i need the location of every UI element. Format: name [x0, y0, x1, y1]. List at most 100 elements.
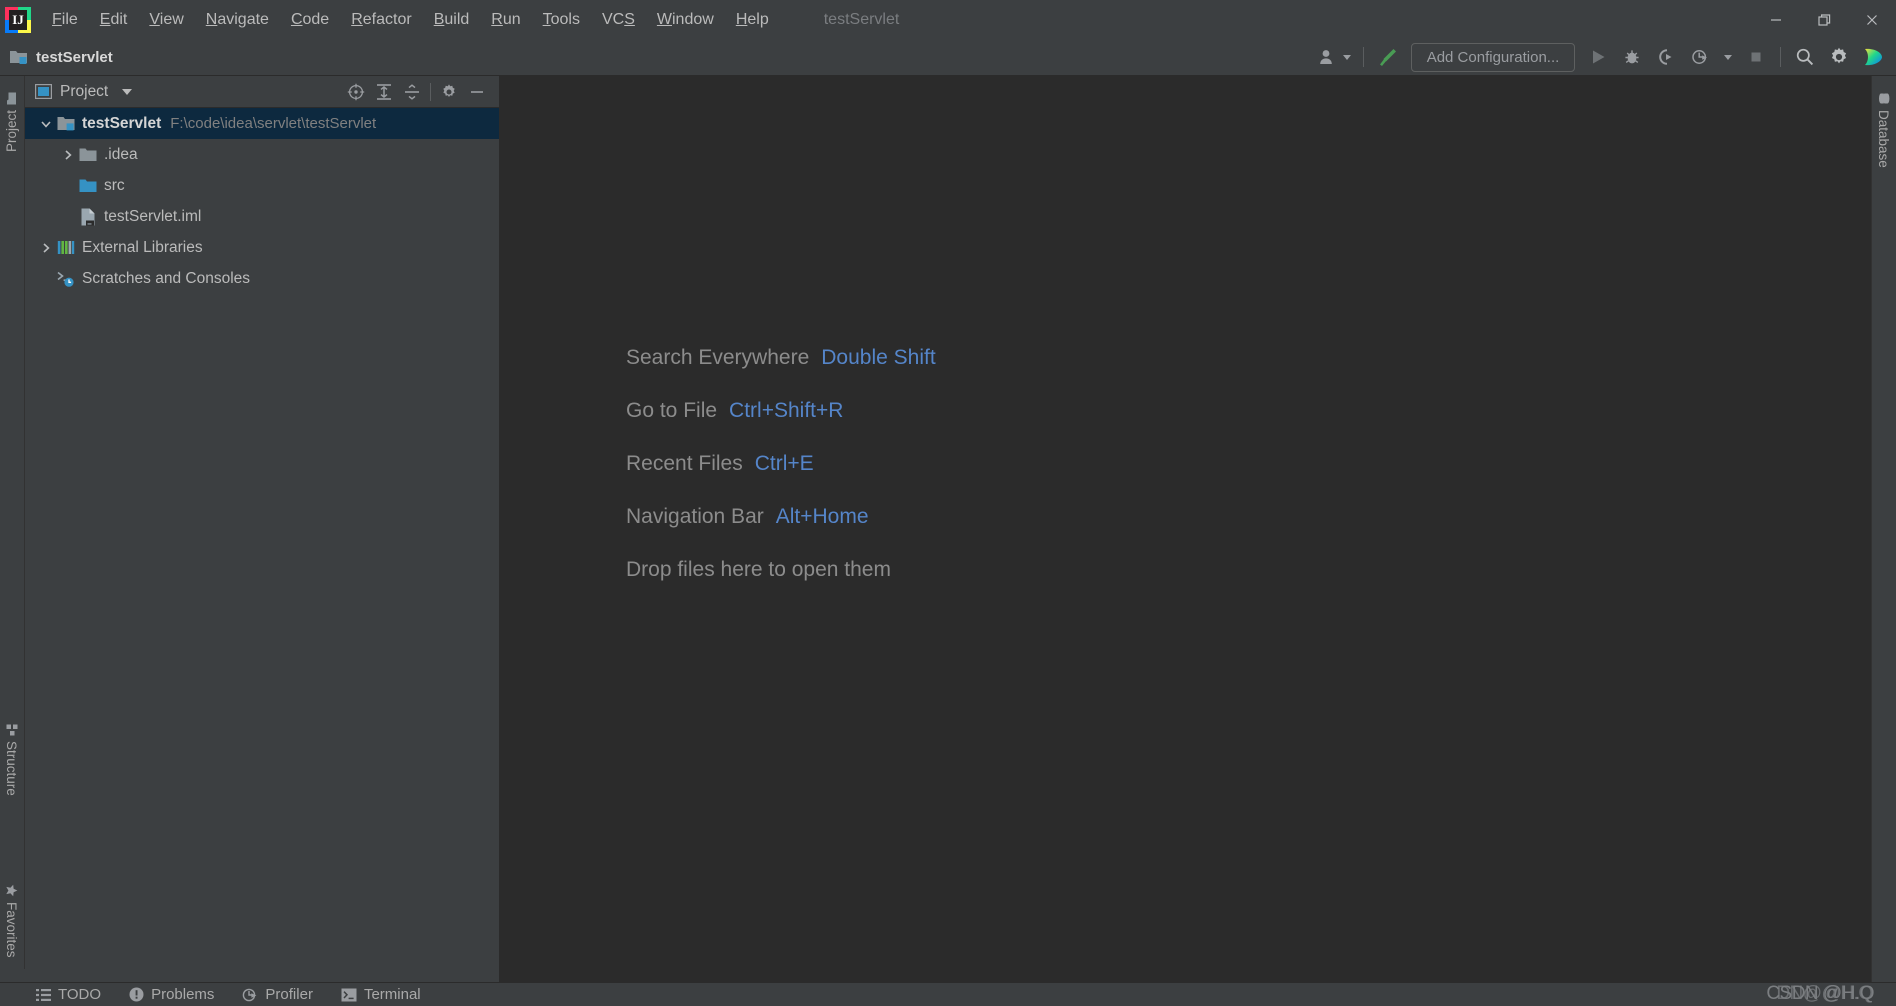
minimize-button[interactable] — [1752, 0, 1800, 39]
window-title: testServlet — [823, 10, 900, 28]
tree-row[interactable]: Scratches and Consoles — [25, 263, 499, 294]
menu-items: File Edit View Navigate Code Refactor Build Run… — [41, 8, 780, 32]
chevron-down-icon — [1343, 54, 1351, 60]
tree-row[interactable]: .idea — [25, 139, 499, 170]
editor-hint-row: Navigation Bar Alt+Home — [626, 505, 936, 529]
structure-stripe-label: Structure — [4, 741, 19, 796]
debug-icon — [1625, 50, 1639, 64]
stop-icon — [1751, 52, 1761, 62]
build-hammer-button[interactable] — [1371, 42, 1405, 72]
more-runners-button[interactable] — [1717, 42, 1739, 72]
ide-window: IJ File Edit View Navigate Code Refactor Build… — [0, 0, 1896, 1006]
intellij-logo-icon: IJ — [5, 6, 31, 33]
hide-panel-button[interactable] — [463, 78, 491, 106]
database-icon — [1879, 93, 1890, 104]
project-tool-window: Project testServlet F:\code\idea\servlet… — [25, 76, 500, 982]
chevron-right-icon — [43, 242, 50, 253]
status-item-todo[interactable]: TODO — [22, 983, 115, 1006]
tree-node-label: .idea — [104, 145, 138, 163]
sidebar-item-project[interactable]: Project — [4, 92, 19, 152]
menu-item-help[interactable]: Help — [725, 8, 780, 32]
tree-row[interactable]: External Libraries — [25, 232, 499, 263]
tree-twisty[interactable] — [35, 117, 57, 131]
minimize-icon — [471, 90, 483, 93]
editor-hint-action: Search Everywhere — [626, 346, 810, 369]
debug-button[interactable] — [1615, 42, 1649, 72]
editor-hint-action: Recent Files — [626, 452, 743, 475]
sidebar-item-favorites[interactable]: Favorites — [4, 884, 19, 958]
expand-all-button[interactable] — [370, 78, 398, 106]
toolbar-separator — [1363, 47, 1364, 67]
menu-item-edit[interactable]: Edit — [89, 8, 139, 32]
locate-icon — [347, 83, 365, 100]
tree-row[interactable]: testServlet.iml — [25, 201, 499, 232]
menu-item-vcs[interactable]: VCS — [591, 8, 646, 32]
run-coverage-button[interactable] — [1649, 42, 1683, 72]
favorites-stripe-label: Favorites — [4, 902, 19, 958]
menu-item-build[interactable]: Build — [423, 8, 481, 32]
stop-button[interactable] — [1739, 42, 1773, 72]
gear-icon — [1831, 47, 1847, 64]
menu-item-refactor[interactable]: Refactor — [340, 8, 422, 32]
chevron-down-icon[interactable] — [122, 88, 133, 95]
menu-item-file[interactable]: File — [41, 8, 89, 32]
right-tool-stripe: Database — [1871, 76, 1896, 982]
user-icon — [1320, 50, 1332, 64]
menu-item-window[interactable]: Window — [646, 8, 725, 32]
tree-node-icon — [57, 239, 75, 257]
sidebar-item-database[interactable]: Database — [1876, 92, 1891, 168]
status-item-terminal[interactable]: Terminal — [327, 983, 435, 1006]
project-panel-toolbar — [342, 78, 499, 106]
tree-node-icon — [57, 270, 75, 288]
menu-item-tools[interactable]: Tools — [532, 8, 591, 32]
search-icon — [1796, 48, 1814, 66]
main-toolbar: testServlet Add Configuration... — [0, 39, 1896, 76]
structure-icon — [6, 724, 17, 736]
menu-item-run[interactable]: Run — [480, 8, 531, 32]
restore-button[interactable] — [1800, 0, 1848, 39]
toolbar-separator-2 — [1780, 47, 1781, 67]
collapse-all-icon — [405, 83, 419, 100]
status-item-problems[interactable]: Problems — [115, 983, 228, 1006]
project-tree: testServlet F:\code\idea\servlet\testServ… — [25, 108, 499, 294]
watermark-text-alt: DN@@H.Q — [1776, 983, 1873, 1004]
tree-twisty[interactable] — [57, 148, 79, 162]
add-configuration-button[interactable]: Add Configuration... — [1411, 42, 1575, 72]
menu-item-navigate[interactable]: Navigate — [195, 8, 280, 32]
tree-row[interactable]: testServlet F:\code\idea\servlet\testServ… — [25, 108, 499, 139]
collapse-all-button[interactable] — [398, 78, 426, 106]
panel-toolbar-separator — [430, 82, 431, 101]
editor-hint-row: Search Everywhere Double Shift — [626, 346, 936, 370]
project-chip[interactable]: testServlet — [9, 48, 113, 66]
user-account-button[interactable] — [1314, 42, 1356, 72]
settings-button[interactable] — [1822, 42, 1856, 72]
menu-item-code[interactable]: Code — [280, 8, 340, 32]
tree-row[interactable]: src — [25, 170, 499, 201]
editor-hint-shortcut: Double Shift — [821, 346, 936, 369]
profile-button[interactable] — [1683, 42, 1717, 72]
profiler-icon — [243, 988, 257, 1001]
tree-node-label: testServlet — [82, 114, 162, 132]
source-folder-icon — [79, 179, 97, 192]
libraries-icon — [57, 241, 75, 254]
star-icon — [6, 885, 18, 897]
status-item-profiler[interactable]: Profiler — [228, 983, 327, 1006]
run-button[interactable] — [1581, 42, 1615, 72]
search-everywhere-button[interactable] — [1788, 42, 1822, 72]
sidebar-item-structure[interactable]: Structure — [4, 724, 19, 796]
ide-feature-trainer-button[interactable] — [1856, 42, 1890, 72]
panel-settings-button[interactable] — [435, 78, 463, 106]
toolbar-right-group: Add Configuration... — [1314, 42, 1896, 72]
menu-item-view[interactable]: View — [138, 8, 194, 32]
tree-twisty[interactable] — [35, 241, 57, 255]
tree-node-icon — [79, 146, 97, 164]
tree-node-label: testServlet.iml — [104, 207, 202, 225]
close-button[interactable] — [1848, 0, 1896, 39]
select-opened-file-button[interactable] — [342, 78, 370, 106]
hammer-icon — [1380, 49, 1396, 66]
module-folder-icon — [57, 117, 75, 131]
status-item-problems-label: Problems — [151, 986, 215, 1003]
scratches-icon — [57, 271, 74, 287]
toolbox-icon — [1865, 48, 1882, 66]
stripe-bottom-filler — [0, 969, 25, 982]
